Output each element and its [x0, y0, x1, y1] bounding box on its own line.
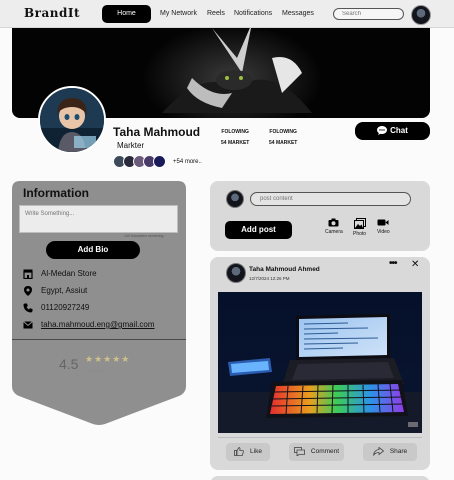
camera-button[interactable]: Camera — [325, 218, 343, 235]
phone-number[interactable]: 01120927249 — [41, 303, 89, 312]
profile-avatar-image — [40, 88, 104, 152]
share-button[interactable]: Share — [363, 443, 417, 461]
location-text: Egypt, Assiut — [41, 286, 88, 295]
video-button[interactable]: Video — [377, 218, 390, 235]
comment-button[interactable]: Comment — [289, 443, 344, 461]
share-arrow-icon — [372, 446, 384, 456]
nav-link-reels[interactable]: Reels — [207, 10, 225, 17]
information-divider — [12, 339, 186, 340]
post-author-avatar[interactable] — [226, 263, 246, 283]
rating-count: 150 views — [88, 368, 106, 373]
camera-icon — [328, 218, 339, 227]
friend-avatar[interactable] — [153, 155, 166, 168]
comment-icon — [294, 447, 305, 457]
user-avatar[interactable] — [411, 5, 431, 25]
profile-name: Taha Mahmoud — [113, 125, 201, 139]
nav-link-notifications[interactable]: Notifications — [234, 10, 272, 17]
bio-input[interactable] — [19, 205, 178, 233]
stat-label: FOLOWING — [269, 129, 297, 135]
rating-stars[interactable]: ★★★★★ — [85, 354, 130, 365]
bio-char-hint: 140 characters remaining — [124, 234, 164, 238]
top-navbar: BrandIt Home My Network Reels Notificati… — [0, 0, 454, 28]
post-timestamp: 12/7/2024 12:26 PM — [249, 276, 290, 281]
video-camera-icon — [377, 219, 389, 226]
like-button[interactable]: Like — [226, 443, 270, 461]
post-content-input[interactable] — [250, 192, 411, 206]
email-link[interactable]: taha.mahmoud.eng@gmail.com — [41, 320, 155, 329]
profile-avatar[interactable] — [38, 86, 106, 154]
composer-avatar — [226, 190, 244, 208]
brand-logo[interactable]: BrandIt — [24, 6, 80, 20]
video-label: Video — [377, 229, 390, 235]
post-more-options-icon[interactable]: ••• — [389, 258, 397, 269]
thumbs-up-icon — [234, 447, 244, 456]
profile-role: Markter — [117, 141, 145, 150]
share-label: Share — [389, 448, 408, 455]
stat-label: FOLOWING — [221, 129, 249, 135]
like-label: Like — [250, 448, 262, 455]
stat-value: 54 MARKET — [221, 140, 250, 146]
nav-home-button[interactable]: Home — [102, 5, 151, 23]
nav-link-my-network[interactable]: My Network — [160, 10, 197, 17]
rating-value: 4.5 — [59, 356, 79, 372]
chat-button-label: Chat — [390, 126, 408, 135]
next-post-card — [210, 476, 430, 480]
store-name: Al-Medan Store — [41, 269, 97, 278]
search-input[interactable] — [333, 8, 404, 20]
stat-value: 54 MARKET — [269, 140, 298, 146]
information-title: Information — [23, 186, 89, 200]
chat-button[interactable]: Chat — [355, 122, 430, 140]
post-divider — [218, 437, 422, 438]
add-bio-button[interactable]: Add Bio — [46, 241, 140, 259]
photo-label: Photo — [353, 231, 367, 237]
store-icon — [23, 269, 33, 279]
post-image[interactable] — [218, 292, 422, 433]
phone-icon — [23, 303, 33, 313]
mail-icon — [23, 321, 33, 329]
more-friends-link[interactable]: +54 more.. — [173, 159, 202, 165]
chat-bubble-icon — [377, 126, 388, 135]
add-post-button[interactable]: Add post — [225, 221, 292, 239]
stat-following-2[interactable]: FOLOWING 54 MARKET — [269, 129, 297, 146]
stat-following-1[interactable]: FOLOWING 54 MARKET — [221, 129, 249, 146]
post-photo-laptop-keyboard — [218, 292, 422, 433]
camera-label: Camera — [325, 229, 343, 235]
comment-label: Comment — [310, 448, 340, 455]
post-author-name[interactable]: Taha Mahmoud Ahmed — [249, 266, 320, 273]
photo-gallery-icon — [353, 218, 366, 229]
cover-artwork — [142, 28, 322, 118]
photo-button[interactable]: Photo — [353, 218, 366, 237]
location-pin-icon — [24, 286, 32, 296]
nav-link-messages[interactable]: Messages — [282, 10, 314, 17]
post-close-icon[interactable]: ✕ — [411, 259, 419, 270]
